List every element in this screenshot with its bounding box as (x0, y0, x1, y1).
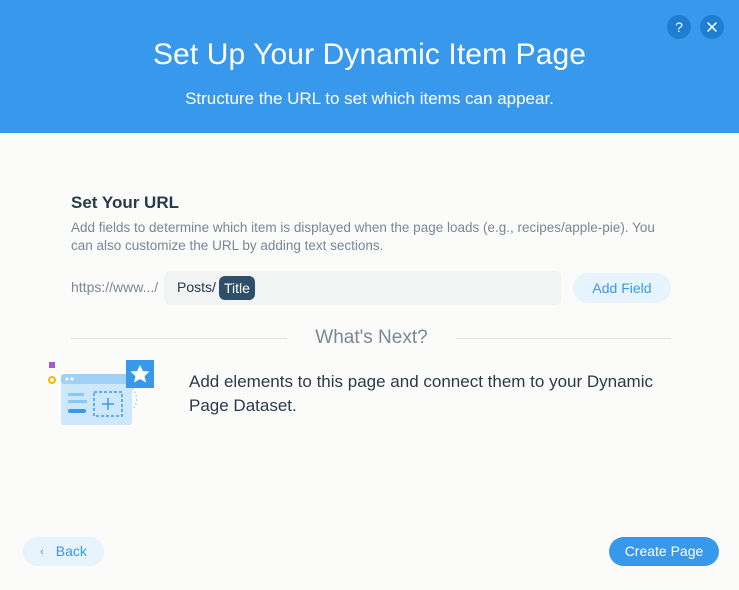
create-page-button[interactable]: Create Page (609, 537, 719, 566)
dialog-subtitle: Structure the URL to set which items can… (185, 89, 554, 108)
chevron-left-icon: ‹ (40, 546, 44, 558)
url-prefix: https://www.../ (71, 279, 159, 295)
url-field-tag[interactable]: Title (219, 276, 255, 300)
whats-next-heading: What's Next? (315, 327, 428, 348)
close-icon (707, 22, 717, 32)
dialog-header: Set Up Your Dynamic Item Page Structure … (0, 0, 739, 133)
url-structure-input[interactable]: Posts/ Title (164, 271, 561, 305)
set-url-description: Add fields to determine which item is di… (71, 220, 655, 253)
whats-next-text: Add elements to this page and connect th… (189, 372, 653, 415)
dialog-title: Set Up Your Dynamic Item Page (152, 38, 587, 71)
divider-left (71, 338, 287, 339)
circle-decoration-icon (48, 376, 56, 384)
page-elements-illustration (48, 360, 154, 425)
divider-right (456, 338, 671, 339)
back-label: Back (55, 543, 87, 559)
question-icon: ? (675, 19, 683, 35)
set-url-title: Set Your URL (71, 193, 179, 212)
url-text-section[interactable]: Posts/ (177, 279, 216, 295)
square-decoration-icon (49, 362, 55, 368)
back-button[interactable]: ‹ Back (23, 537, 104, 566)
help-button[interactable]: ? (667, 15, 691, 39)
close-button[interactable] (700, 15, 724, 39)
add-field-button[interactable]: Add Field (573, 273, 671, 303)
